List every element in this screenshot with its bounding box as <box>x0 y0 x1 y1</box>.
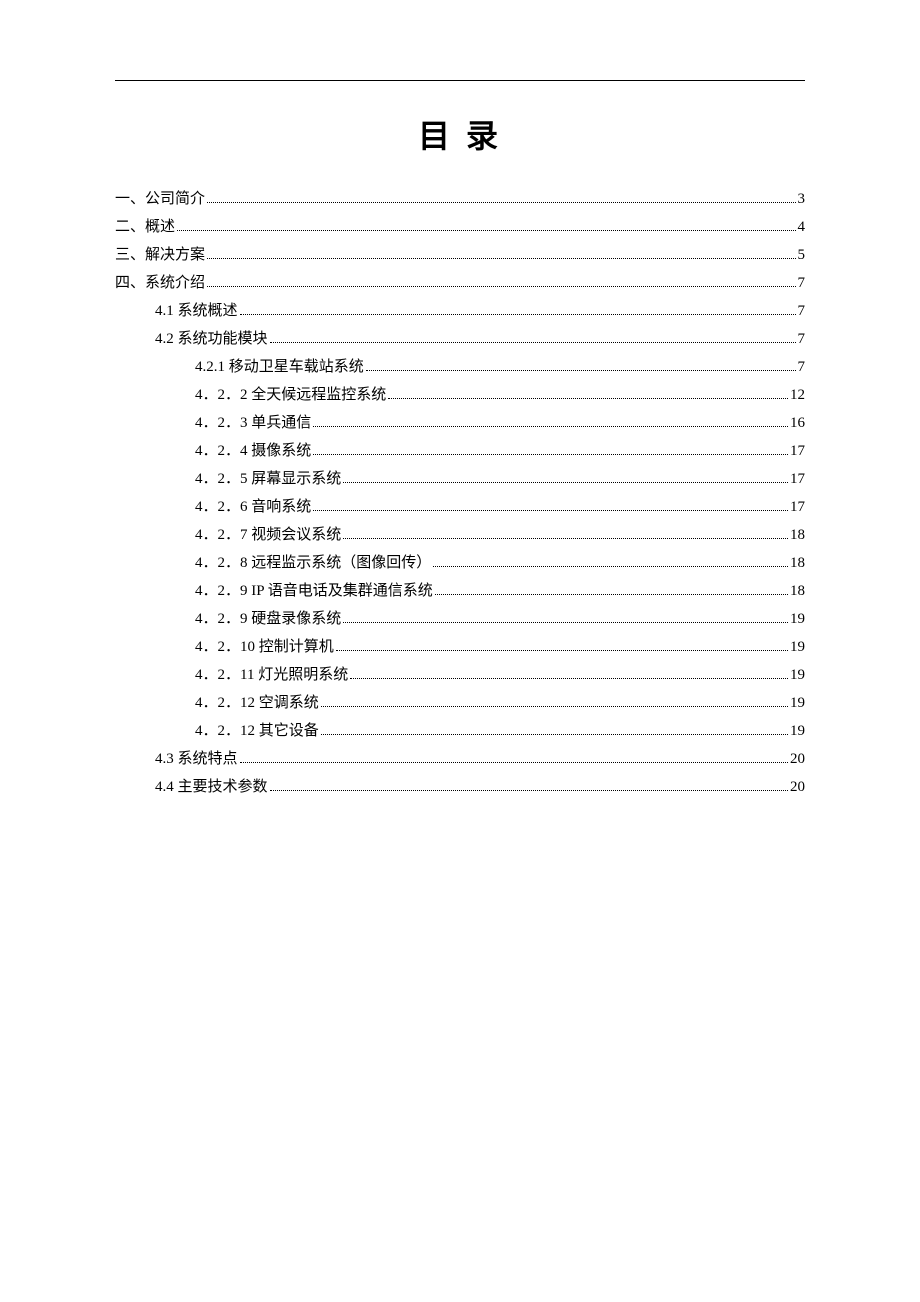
toc-entry[interactable]: 4．2．9 硬盘录像系统 19 <box>115 607 805 631</box>
toc-entry[interactable]: 4.2.1 移动卫星车载站系统 7 <box>115 355 805 379</box>
toc-entry-label: 4．2．12 空调系统 <box>195 691 319 715</box>
toc-entry-label: 4.4 主要技术参数 <box>155 775 268 799</box>
toc-entry-page: 18 <box>790 579 805 603</box>
toc-entry-label: 4．2．11 灯光照明系统 <box>195 663 348 687</box>
toc-entry-label: 4．2．12 其它设备 <box>195 719 319 743</box>
toc-entry-label: 4.1 系统概述 <box>155 299 238 323</box>
toc-leader-dots <box>207 258 795 259</box>
toc-leader-dots <box>321 706 788 707</box>
toc-entry-page: 17 <box>790 495 805 519</box>
toc-leader-dots <box>177 230 795 231</box>
toc-entry[interactable]: 三、解决方案 5 <box>115 243 805 267</box>
toc-entry-page: 5 <box>798 243 806 267</box>
toc-leader-dots <box>343 538 788 539</box>
toc-entry[interactable]: 4．2．8 远程监示系统（图像回传） 18 <box>115 551 805 575</box>
toc-leader-dots <box>313 426 788 427</box>
toc-entry[interactable]: 4.1 系统概述 7 <box>115 299 805 323</box>
toc-leader-dots <box>350 678 788 679</box>
toc-entry-label: 4．2．8 远程监示系统（图像回传） <box>195 551 431 575</box>
toc-entry-page: 4 <box>798 215 806 239</box>
toc-entry-label: 4．2．3 单兵通信 <box>195 411 311 435</box>
toc-leader-dots <box>343 482 788 483</box>
toc-entry-page: 19 <box>790 719 805 743</box>
toc-entry[interactable]: 4.3 系统特点 20 <box>115 747 805 771</box>
toc-entry-page: 7 <box>798 271 806 295</box>
toc-entry-label: 4．2．5 屏幕显示系统 <box>195 467 341 491</box>
toc-entry[interactable]: 二、概述 4 <box>115 215 805 239</box>
toc-leader-dots <box>207 202 795 203</box>
toc-leader-dots <box>207 286 795 287</box>
toc-entry[interactable]: 4．2．12 空调系统 19 <box>115 691 805 715</box>
toc-entry-page: 17 <box>790 439 805 463</box>
table-of-contents: 一、公司简介3二、概述4三、解决方案5四、系统介绍74.1 系统概述74.2 系… <box>115 187 805 799</box>
toc-entry[interactable]: 4．2．11 灯光照明系统 19 <box>115 663 805 687</box>
toc-entry[interactable]: 4.2 系统功能模块 7 <box>115 327 805 351</box>
toc-leader-dots <box>433 566 788 567</box>
toc-title: 目 录 <box>115 111 805 157</box>
toc-entry-page: 7 <box>798 327 806 351</box>
toc-leader-dots <box>321 734 788 735</box>
toc-entry-label: 4．2．9 硬盘录像系统 <box>195 607 341 631</box>
toc-entry-page: 19 <box>790 635 805 659</box>
header-rule <box>115 80 805 81</box>
toc-entry-page: 19 <box>790 607 805 631</box>
toc-leader-dots <box>343 622 788 623</box>
toc-entry-page: 3 <box>798 187 806 211</box>
toc-entry[interactable]: 4．2．5 屏幕显示系统 17 <box>115 467 805 491</box>
toc-entry-page: 19 <box>790 663 805 687</box>
toc-entry-label: 4．2．9 IP 语音电话及集群通信系统 <box>195 579 433 603</box>
toc-entry-page: 20 <box>790 775 805 799</box>
toc-leader-dots <box>240 762 788 763</box>
toc-leader-dots <box>313 454 788 455</box>
toc-entry-label: 4.2.1 移动卫星车载站系统 <box>195 355 364 379</box>
toc-entry-label: 二、概述 <box>115 215 175 239</box>
toc-entry-page: 19 <box>790 691 805 715</box>
toc-entry-page: 7 <box>798 299 806 323</box>
document-page: 目 录 一、公司简介3二、概述4三、解决方案5四、系统介绍74.1 系统概述74… <box>0 0 920 799</box>
toc-entry-page: 12 <box>790 383 805 407</box>
toc-leader-dots <box>435 594 788 595</box>
toc-entry-label: 4．2．4 摄像系统 <box>195 439 311 463</box>
toc-entry[interactable]: 4．2．2 全天候远程监控系统 12 <box>115 383 805 407</box>
toc-leader-dots <box>270 790 788 791</box>
toc-entry[interactable]: 4.4 主要技术参数 20 <box>115 775 805 799</box>
toc-entry-page: 20 <box>790 747 805 771</box>
toc-leader-dots <box>240 314 796 315</box>
toc-leader-dots <box>366 370 796 371</box>
toc-entry[interactable]: 4．2．3 单兵通信 16 <box>115 411 805 435</box>
toc-entry[interactable]: 4．2．10 控制计算机 19 <box>115 635 805 659</box>
toc-entry[interactable]: 4．2．9 IP 语音电话及集群通信系统 18 <box>115 579 805 603</box>
toc-entry[interactable]: 4．2．7 视频会议系统 18 <box>115 523 805 547</box>
toc-entry-page: 18 <box>790 551 805 575</box>
toc-entry-page: 7 <box>798 355 806 379</box>
toc-entry-page: 16 <box>790 411 805 435</box>
toc-entry-label: 4．2．6 音响系统 <box>195 495 311 519</box>
toc-entry-page: 18 <box>790 523 805 547</box>
toc-entry-page: 17 <box>790 467 805 491</box>
toc-entry-label: 4．2．10 控制计算机 <box>195 635 334 659</box>
toc-entry[interactable]: 四、系统介绍 7 <box>115 271 805 295</box>
toc-leader-dots <box>270 342 796 343</box>
toc-entry[interactable]: 一、公司简介 3 <box>115 187 805 211</box>
toc-entry-label: 4.2 系统功能模块 <box>155 327 268 351</box>
toc-entry-label: 4．2．2 全天候远程监控系统 <box>195 383 386 407</box>
toc-leader-dots <box>336 650 788 651</box>
toc-entry-label: 4.3 系统特点 <box>155 747 238 771</box>
toc-entry-label: 一、公司简介 <box>115 187 205 211</box>
toc-entry-label: 四、系统介绍 <box>115 271 205 295</box>
toc-entry[interactable]: 4．2．6 音响系统 17 <box>115 495 805 519</box>
toc-leader-dots <box>313 510 788 511</box>
toc-leader-dots <box>388 398 788 399</box>
toc-entry[interactable]: 4．2．4 摄像系统 17 <box>115 439 805 463</box>
toc-entry-label: 三、解决方案 <box>115 243 205 267</box>
toc-entry-label: 4．2．7 视频会议系统 <box>195 523 341 547</box>
toc-entry[interactable]: 4．2．12 其它设备 19 <box>115 719 805 743</box>
